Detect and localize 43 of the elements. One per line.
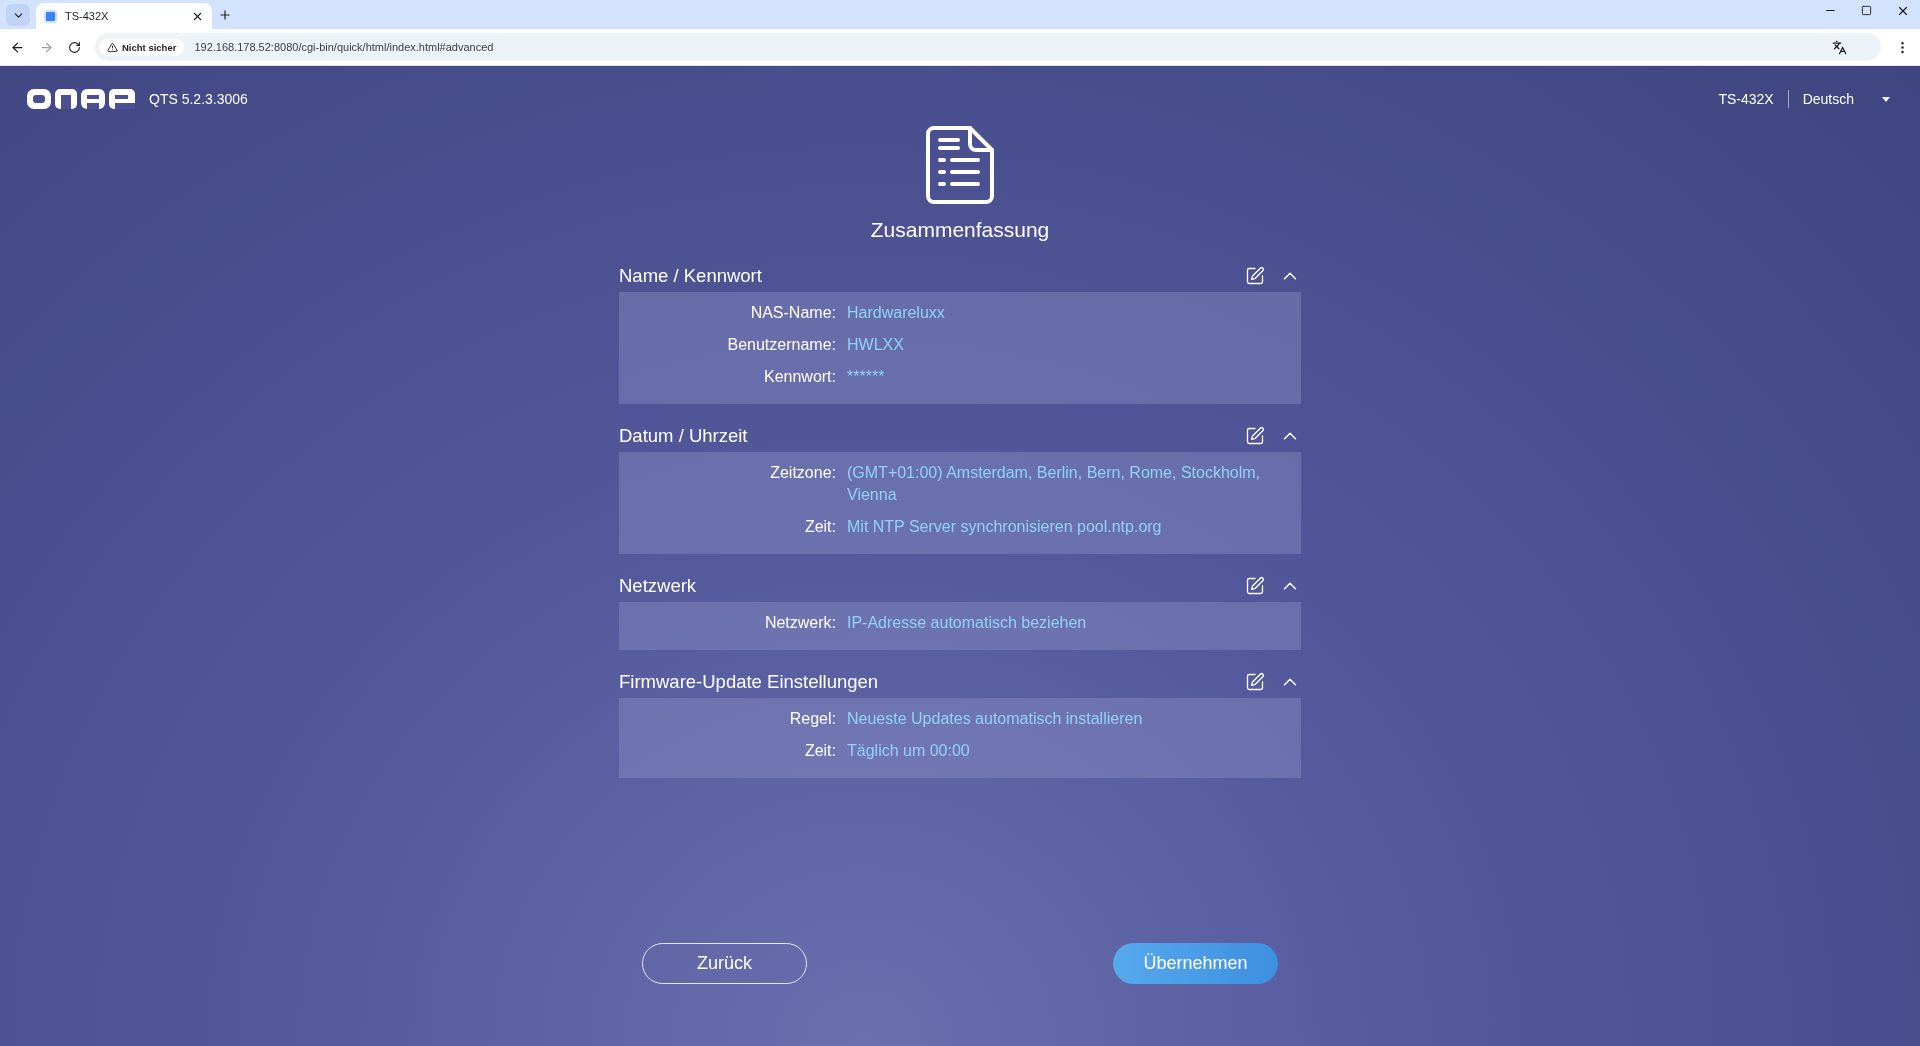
page-title: Zusammenfassung <box>870 218 1050 242</box>
address-bar[interactable]: Nicht sicher 192.168.178.52:8080/cgi-bin/quick/html/index.html#advanced <box>95 33 1881 61</box>
field-value: Neueste Updates automatisch installieren <box>847 709 1144 729</box>
favicon-icon <box>44 9 57 23</box>
browser-tab[interactable]: TS-432X <box>36 3 212 29</box>
document-list-icon <box>926 126 994 204</box>
field-value: HWLXX <box>847 335 905 355</box>
section-title: Datum / Uhrzeit <box>619 425 749 447</box>
field-label: Benutzername: <box>726 335 836 355</box>
field-label: Regel: <box>788 709 836 729</box>
back-icon[interactable] <box>10 39 25 55</box>
device-name: TS-432X <box>1718 91 1774 107</box>
version-text: QTS 5.2.3.3006 <box>149 91 248 107</box>
field-value: Täglich um 00:00 <box>847 741 971 761</box>
tab-list-button[interactable] <box>6 4 30 26</box>
new-tab-icon[interactable] <box>218 7 232 22</box>
url-text: 192.168.178.52:8080/cgi-bin/quick/html/index.html#advanced <box>194 41 494 53</box>
field-value: (GMT+01:00) Amsterdam, Berlin, Bern, Rome, Stockholm, Vienna <box>847 463 1262 505</box>
field-value: Hardwareluxx <box>847 303 946 323</box>
security-chip[interactable]: Nicht sicher <box>99 38 185 56</box>
section-title: Name / Kennwort <box>619 265 763 287</box>
language-selector[interactable]: Deutsch <box>1802 91 1868 107</box>
field-value: IP-Adresse automatisch beziehen <box>847 613 1088 633</box>
caret-icon[interactable] <box>1882 96 1890 102</box>
section-title: Netzwerk <box>619 575 698 597</box>
translate-icon[interactable] <box>1832 39 1847 55</box>
field-label: Kennwort: <box>762 367 836 387</box>
edit-icon[interactable] <box>1245 426 1265 446</box>
field-label: Zeit: <box>803 741 836 761</box>
field-value: ****** <box>847 367 886 387</box>
edit-icon[interactable] <box>1245 576 1265 596</box>
section-title: Firmware-Update Einstellungen <box>619 671 880 693</box>
reload-icon[interactable] <box>68 40 81 54</box>
warning-icon <box>107 41 118 53</box>
forward-icon[interactable] <box>39 39 54 55</box>
field-label: Zeitzone: <box>769 463 836 483</box>
field-value: Mit NTP Server synchronisieren pool.ntp.org <box>847 517 1163 537</box>
field-label: NAS-Name: <box>749 303 836 323</box>
field-label: Netzwerk: <box>763 613 836 633</box>
field-label: Zeit: <box>803 517 836 537</box>
restore-icon[interactable] <box>1861 3 1872 18</box>
edit-icon[interactable] <box>1245 672 1265 692</box>
edit-icon[interactable] <box>1245 266 1265 286</box>
